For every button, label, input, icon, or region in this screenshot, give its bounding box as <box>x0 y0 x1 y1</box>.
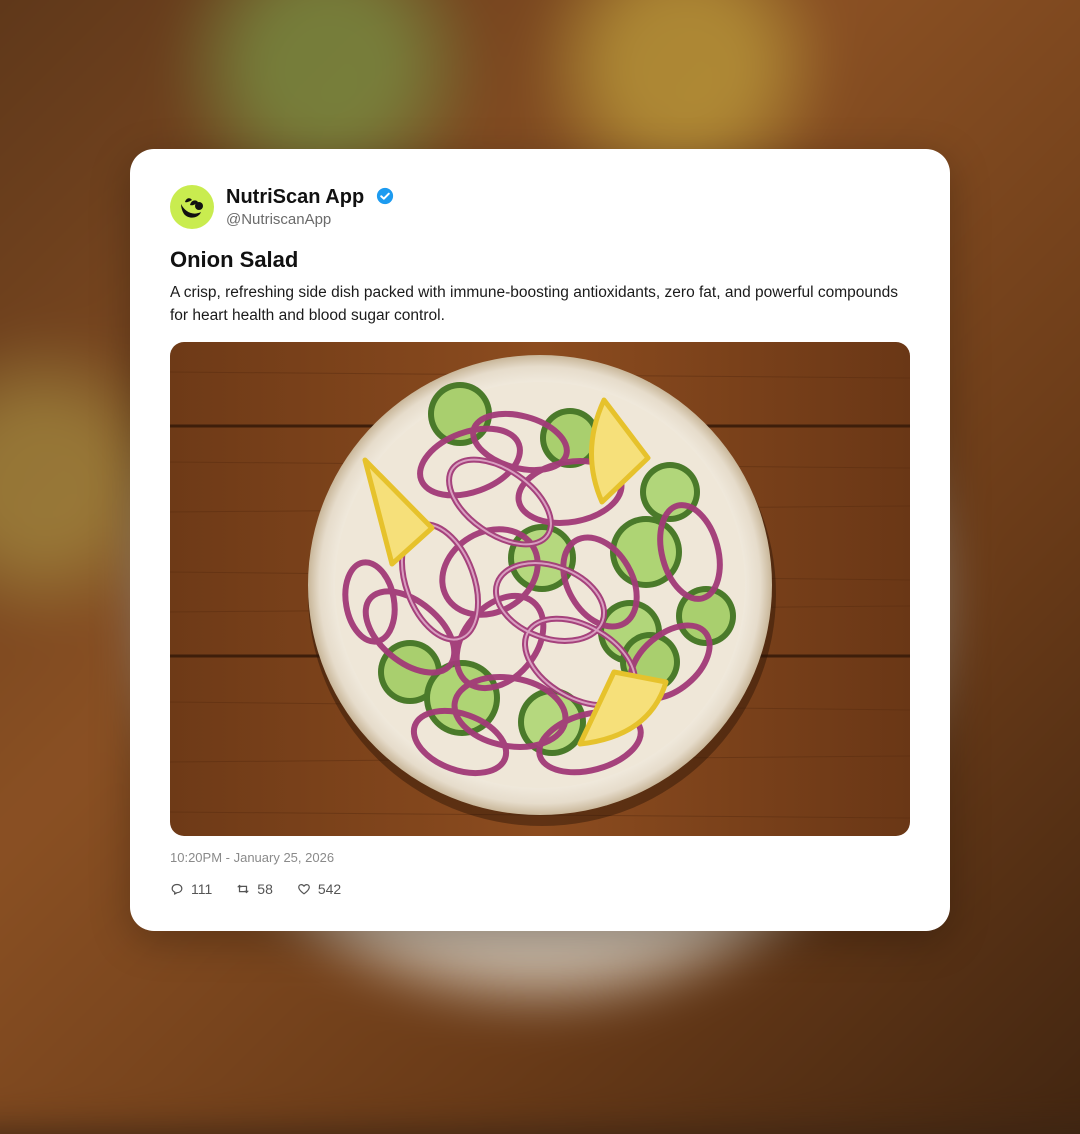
post-timestamp: 10:20PM - January 25, 2026 <box>170 850 335 865</box>
reply-icon <box>171 883 183 895</box>
repost-icon <box>237 884 249 894</box>
repost-stat[interactable]: 58 <box>236 881 273 897</box>
reply-count: 111 <box>191 881 213 897</box>
engagement-stats: 111 58 542 <box>170 881 341 897</box>
verified-badge-icon <box>376 187 393 205</box>
like-count: 542 <box>317 881 342 897</box>
heart-icon <box>297 884 310 895</box>
repost-count: 58 <box>257 881 273 897</box>
leaf-logo-icon <box>181 198 203 218</box>
onion-salad-photo <box>170 342 910 836</box>
avatar[interactable] <box>170 185 214 229</box>
like-stat[interactable]: 542 <box>297 881 341 897</box>
author-handle[interactable]: @NutriscanApp <box>226 211 331 228</box>
post-image[interactable] <box>170 342 910 836</box>
author-name[interactable]: NutriScan App <box>226 186 364 208</box>
reply-stat[interactable]: 111 <box>170 881 212 897</box>
author-name-row[interactable]: NutriScan App <box>226 186 394 209</box>
post-description: A crisp, refreshing side dish packed wit… <box>170 284 899 324</box>
post-title: Onion Salad <box>170 247 299 272</box>
post-card: NutriScan App @NutriscanApp Onion Salad … <box>130 149 950 931</box>
